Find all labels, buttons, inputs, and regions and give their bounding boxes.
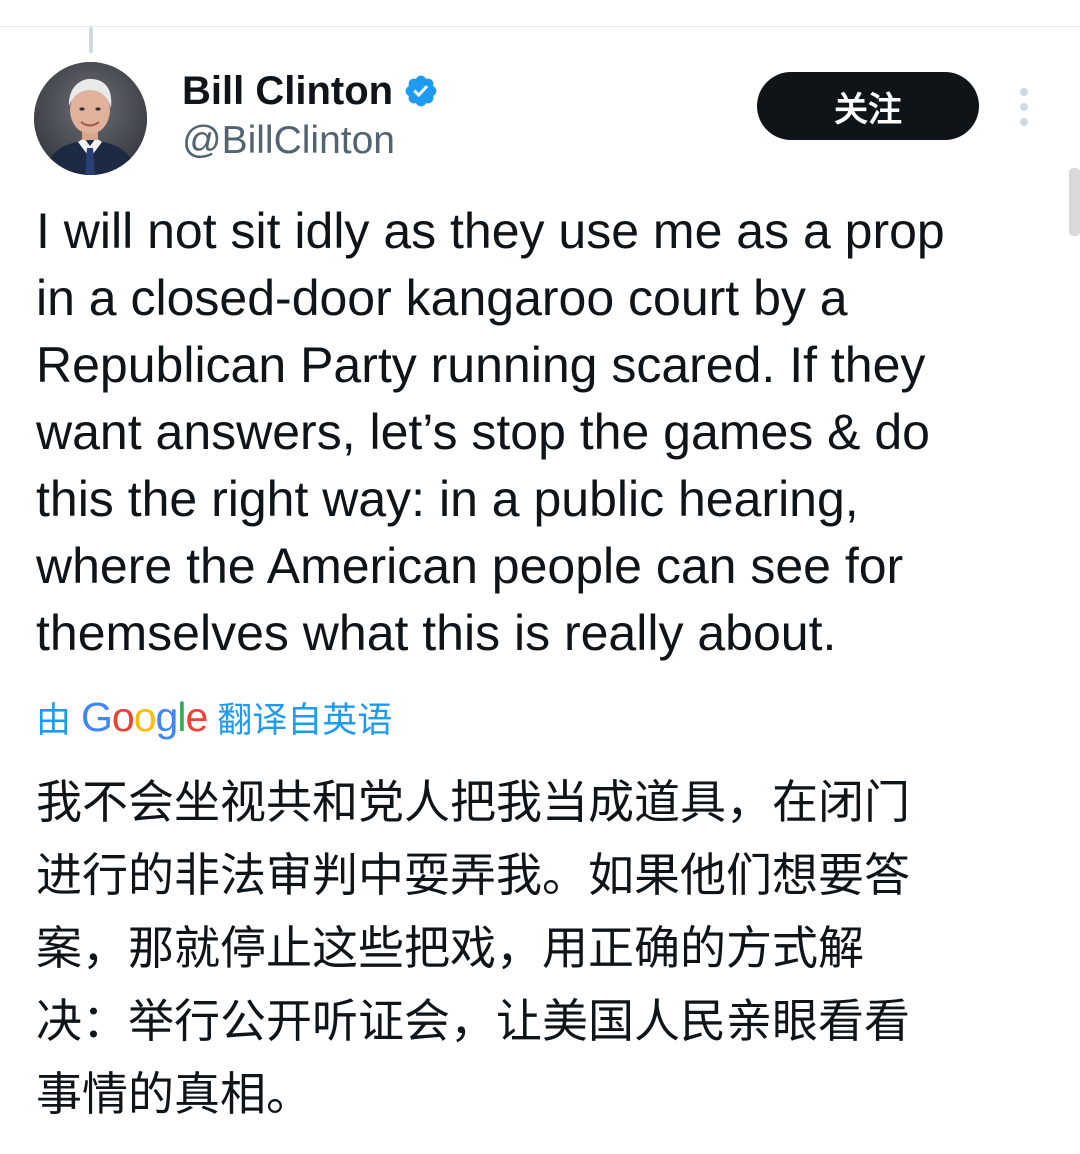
top-divider — [0, 26, 1080, 27]
more-vertical-icon-dot — [1020, 118, 1028, 126]
tweet-body-line: Republican Party running scared. If they — [36, 337, 926, 393]
translated-line: 案，那就停止这些把戏，用正确的方式解 — [36, 921, 864, 975]
translation-prefix: 由 — [36, 700, 72, 741]
translation-suffix: 翻译自英语 — [217, 700, 393, 741]
tweet-body-line: want answers, let’s stop the games & do — [36, 404, 930, 460]
translated-line: 我不会坐视共和党人把我当成道具，在闭门 — [36, 775, 910, 829]
tweet-body-line: this the right way: in a public hearing, — [36, 471, 859, 527]
avatar[interactable] — [34, 62, 147, 175]
thread-connector-line — [89, 27, 93, 53]
tweet-body-line: I will not sit idly as they use me as a … — [36, 203, 945, 259]
more-options-button[interactable] — [1006, 84, 1042, 130]
tweet-body-line: in a closed-door kangaroo court by a — [36, 270, 848, 326]
translated-line: 事情的真相。 — [36, 1067, 312, 1121]
author-name-row: Bill Clinton — [182, 66, 439, 116]
scrollbar-thumb[interactable] — [1069, 168, 1080, 236]
google-logo: Google — [81, 693, 208, 740]
translated-line: 进行的非法审判中耍弄我。如果他们想要答 — [36, 848, 910, 902]
translated-line: 决：举行公开听证会，让美国人民亲眼看看 — [36, 994, 910, 1048]
tweet-body: I will not sit idly as they use me as a … — [36, 198, 1026, 667]
more-vertical-icon — [1020, 88, 1028, 96]
more-vertical-icon-dot — [1020, 103, 1028, 111]
author-display-name[interactable]: Bill Clinton — [182, 66, 393, 116]
tweet-body-line: themselves what this is really about. — [36, 605, 837, 661]
translation-attribution-link[interactable]: 由 Google 翻译自英语 — [36, 692, 392, 742]
author-handle[interactable]: @BillClinton — [182, 117, 395, 165]
tweet-body-line: where the American people can see for — [36, 538, 904, 594]
translated-tweet-body: 我不会坐视共和党人把我当成道具，在闭门 进行的非法审判中耍弄我。如果他们想要答 … — [36, 766, 1036, 1131]
verified-badge-icon — [403, 73, 439, 109]
avatar-photo — [34, 62, 147, 175]
follow-button[interactable]: 关注 — [757, 72, 979, 140]
